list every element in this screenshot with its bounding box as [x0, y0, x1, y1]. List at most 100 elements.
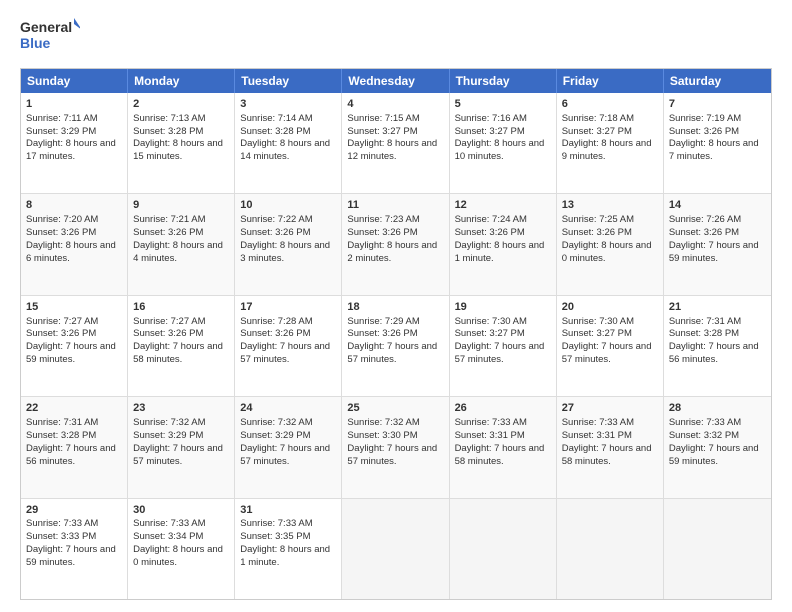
- sunset: Sunset: 3:26 PM: [455, 227, 525, 238]
- day-number: 20: [562, 300, 658, 315]
- sunrise: Sunrise: 7:33 AM: [455, 417, 527, 428]
- day-number: 3: [240, 97, 336, 112]
- sunrise: Sunrise: 7:30 AM: [455, 316, 527, 327]
- sunrise: Sunrise: 7:27 AM: [133, 316, 205, 327]
- day-number: 7: [669, 97, 766, 112]
- sunset: Sunset: 3:27 PM: [455, 328, 525, 339]
- sunset: Sunset: 3:26 PM: [562, 227, 632, 238]
- calendar-header-day: Tuesday: [235, 69, 342, 93]
- sunrise: Sunrise: 7:32 AM: [240, 417, 312, 428]
- sunset: Sunset: 3:29 PM: [133, 430, 203, 441]
- calendar-cell: 7Sunrise: 7:19 AM Sunset: 3:26 PMDaylight…: [664, 93, 771, 193]
- day-number: 25: [347, 401, 443, 416]
- calendar-row: 8Sunrise: 7:20 AMSunset: 3:26 PMDaylight…: [21, 193, 771, 294]
- daylight: Daylight: 7 hours and 56 minutes.: [26, 443, 116, 467]
- calendar-cell: 9Sunrise: 7:21 AMSunset: 3:26 PMDaylight…: [128, 194, 235, 294]
- calendar-cell: 14Sunrise: 7:26 AMSunset: 3:26 PMDayligh…: [664, 194, 771, 294]
- daylight: Daylight: 8 hours and 1 minute.: [240, 544, 330, 568]
- daylight: Daylight: 8 hours and 14 minutes.: [240, 138, 330, 162]
- calendar-cell: 26Sunrise: 7:33 AMSunset: 3:31 PMDayligh…: [450, 397, 557, 497]
- calendar-cell: 31Sunrise: 7:33 AMSunset: 3:35 PMDayligh…: [235, 499, 342, 599]
- sunrise: Sunrise: 7:33 AM: [240, 518, 312, 529]
- daylight: Daylight: 8 hours and 15 minutes.: [133, 138, 223, 162]
- calendar-cell: 10Sunrise: 7:22 AM Sunset: 3:26 PM Dayligh…: [235, 194, 342, 294]
- sunset: Sunset: 3:26 PM: [133, 328, 203, 339]
- sunset: Sunset: 3:26 PM: [347, 227, 417, 238]
- sunrise: Sunrise: 7:19 AM: [669, 113, 741, 124]
- daylight: Daylight: 7 hours and 59 minutes.: [669, 240, 759, 264]
- sunset: Sunset: 3:31 PM: [455, 430, 525, 441]
- day-number: 5: [455, 97, 551, 112]
- calendar-cell: 22Sunrise: 7:31 AMSunset: 3:28 PMDayligh…: [21, 397, 128, 497]
- sunrise: Sunrise: 7:33 AM: [669, 417, 741, 428]
- svg-text:Blue: Blue: [20, 35, 51, 51]
- calendar-cell: 25Sunrise: 7:32 AMSunset: 3:30 PMDayligh…: [342, 397, 449, 497]
- daylight: Daylight: 7 hours and 58 minutes.: [133, 341, 223, 365]
- day-number: 2: [133, 97, 229, 112]
- day-number: 15: [26, 300, 122, 315]
- sunrise: Sunrise: 7:31 AM: [669, 316, 741, 327]
- sunset: Sunset: 3:28 PM: [669, 328, 739, 339]
- sunset: Sunset: 3:26 PM: [26, 227, 96, 238]
- sunset: Sunset: 3:26 PM: [669, 227, 739, 238]
- calendar-cell: 30Sunrise: 7:33 AMSunset: 3:34 PMDayligh…: [128, 499, 235, 599]
- sunset: Sunset: 3:33 PM: [26, 531, 96, 542]
- calendar-row: 29Sunrise: 7:33 AMSunset: 3:33 PMDayligh…: [21, 498, 771, 599]
- daylight: Daylight: 7 hours and 59 minutes.: [26, 544, 116, 568]
- sunset: Sunset: 3:28 PM: [240, 126, 310, 137]
- calendar-cell: 19Sunrise: 7:30 AMSunset: 3:27 PMDayligh…: [450, 296, 557, 396]
- daylight: Daylight: 8 hours and 4 minutes.: [133, 240, 223, 264]
- calendar-cell-empty: [450, 499, 557, 599]
- svg-text:General: General: [20, 19, 72, 35]
- sunrise: Sunrise: 7:30 AM: [562, 316, 634, 327]
- calendar-cell: 28Sunrise: 7:33 AMSunset: 3:32 PMDayligh…: [664, 397, 771, 497]
- sunrise: Sunrise: 7:21 AM: [133, 214, 205, 225]
- calendar-cell: 8Sunrise: 7:20 AMSunset: 3:26 PMDaylight…: [21, 194, 128, 294]
- calendar-header-day: Thursday: [450, 69, 557, 93]
- sunset: Sunset: 3:26 PM: [133, 227, 203, 238]
- day-number: 4: [347, 97, 443, 112]
- calendar-cell: 6Sunrise: 7:18 AMSunset: 3:27 PMDaylight…: [557, 93, 664, 193]
- day-number: 18: [347, 300, 443, 315]
- sunset: Sunset: 3:30 PM: [347, 430, 417, 441]
- daylight: Daylight: 7 hours and 57 minutes.: [133, 443, 223, 467]
- sunset: Sunset: 3:27 PM: [562, 126, 632, 137]
- sunset: Sunset: 3:26 PM: [26, 328, 96, 339]
- calendar-cell: 17Sunrise: 7:28 AMSunset: 3:26 PMDayligh…: [235, 296, 342, 396]
- calendar-header-day: Saturday: [664, 69, 771, 93]
- daylight: Daylight: 7 hours and 57 minutes.: [240, 443, 330, 467]
- daylight: Daylight: 8 hours and 0 minutes.: [562, 240, 652, 264]
- daylight: Daylight: 8 hours and 6 minutes.: [26, 240, 116, 264]
- sunrise: Sunrise: 7:32 AM: [133, 417, 205, 428]
- day-number: 14: [669, 198, 766, 213]
- page-header: General Blue: [20, 16, 772, 58]
- sunset: Sunset: 3:26 PM: [669, 126, 739, 137]
- calendar-cell-empty: [557, 499, 664, 599]
- sunset: Sunset: 3:26 PM: [240, 227, 310, 238]
- calendar-header-day: Friday: [557, 69, 664, 93]
- calendar-cell: 13Sunrise: 7:25 AMSunset: 3:26 PMDayligh…: [557, 194, 664, 294]
- sunrise: Sunrise: 7:15 AM: [347, 113, 419, 124]
- calendar-row: 15Sunrise: 7:27 AMSunset: 3:26 PMDayligh…: [21, 295, 771, 396]
- day-number: 16: [133, 300, 229, 315]
- sunrise: Sunrise: 7:22 AM: [240, 214, 312, 225]
- calendar: SundayMondayTuesdayWednesdayThursdayFrid…: [20, 68, 772, 600]
- calendar-cell: 23Sunrise: 7:32 AMSunset: 3:29 PMDayligh…: [128, 397, 235, 497]
- sunset: Sunset: 3:28 PM: [133, 126, 203, 137]
- daylight: Daylight: 8 hours and 3 minutes.: [240, 240, 330, 264]
- logo-svg: General Blue: [20, 16, 80, 58]
- sunrise: Sunrise: 7:20 AM: [26, 214, 98, 225]
- sunrise: Sunrise: 7:25 AM: [562, 214, 634, 225]
- calendar-row: 1Sunrise: 7:11 AMSunset: 3:29 PMDaylight…: [21, 93, 771, 193]
- sunrise: Sunrise: 7:33 AM: [562, 417, 634, 428]
- calendar-page: General Blue SundayMondayTuesdayWednesda…: [0, 0, 792, 612]
- day-number: 30: [133, 503, 229, 518]
- daylight: Daylight: 7 hours and 56 minutes.: [669, 341, 759, 365]
- day-number: 28: [669, 401, 766, 416]
- sunset: Sunset: 3:27 PM: [455, 126, 525, 137]
- daylight: Daylight: 8 hours and 7 minutes.: [669, 138, 759, 162]
- daylight: Daylight: 7 hours and 59 minutes.: [26, 341, 116, 365]
- sunrise: Sunrise: 7:23 AM: [347, 214, 419, 225]
- sunset: Sunset: 3:27 PM: [562, 328, 632, 339]
- day-number: 10: [240, 198, 336, 213]
